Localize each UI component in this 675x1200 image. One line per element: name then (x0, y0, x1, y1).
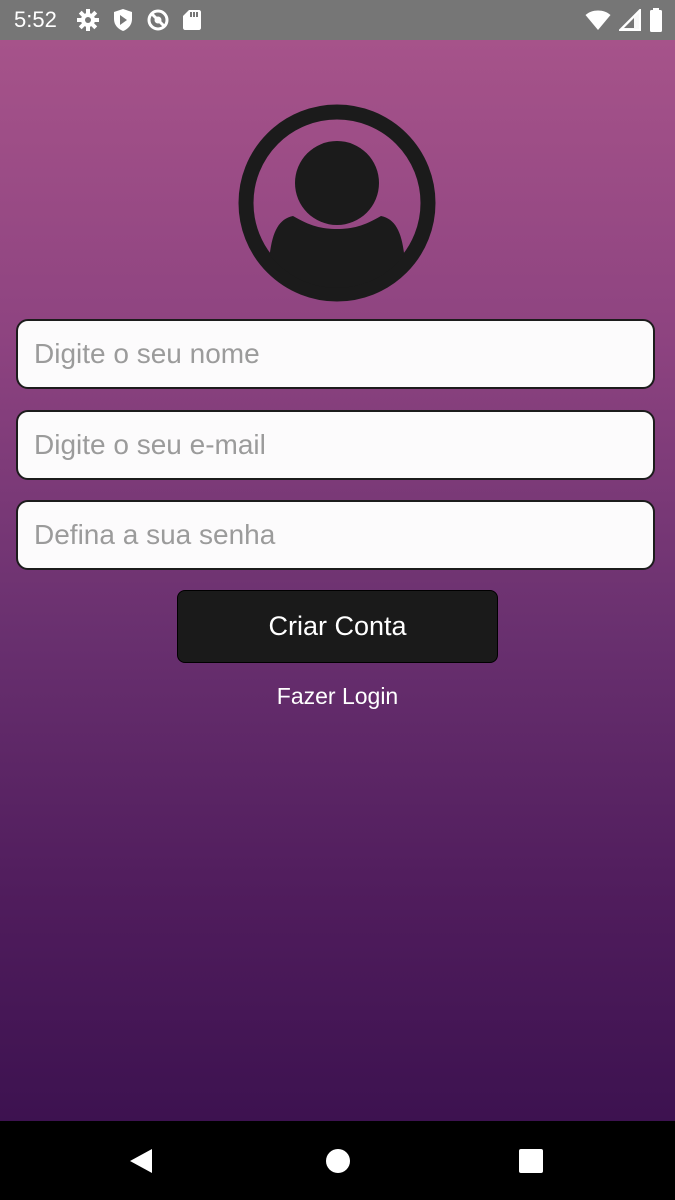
recents-icon[interactable] (517, 1147, 545, 1175)
create-account-button[interactable]: Criar Conta (177, 590, 498, 663)
battery-icon (649, 8, 663, 32)
do-not-disturb-icon (146, 8, 170, 32)
password-field[interactable] (16, 500, 655, 570)
wifi-icon (585, 9, 611, 31)
status-bar: 5:52 (0, 0, 675, 40)
status-time: 5:52 (14, 7, 57, 32)
sd-card-icon (182, 8, 202, 32)
back-icon[interactable] (127, 1147, 155, 1175)
user-avatar-icon (238, 104, 436, 302)
cell-signal-icon (619, 9, 641, 31)
name-field[interactable] (16, 319, 655, 389)
home-icon[interactable] (324, 1147, 352, 1175)
shield-play-icon (112, 8, 134, 32)
signup-screen: Criar Conta Fazer Login (0, 40, 675, 1121)
gear-icon (76, 8, 100, 32)
status-notification-icons (76, 8, 202, 32)
navigation-bar (0, 1121, 675, 1200)
email-field[interactable] (16, 410, 655, 480)
status-system-icons (585, 8, 663, 32)
login-link[interactable]: Fazer Login (0, 682, 675, 710)
